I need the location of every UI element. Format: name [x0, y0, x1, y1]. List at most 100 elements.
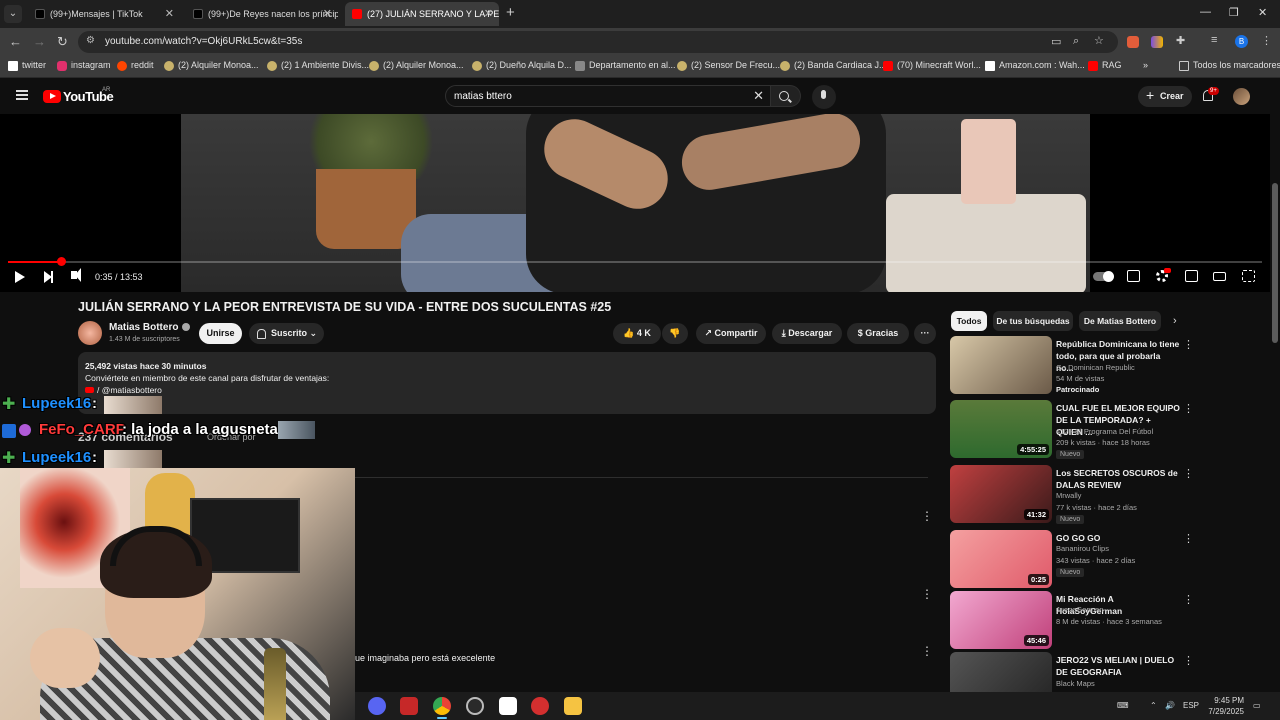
video-player[interactable]: 0:35 / 13:53 [0, 114, 1270, 292]
bookmark-item[interactable]: RAG [1088, 60, 1122, 71]
video-thumbnail[interactable] [950, 652, 1052, 692]
recommendation-item[interactable]: 4:55:25 CUAL FUE EL MEJOR EQUIPO DE LA T… [950, 400, 1194, 460]
address-bar[interactable]: ⚙ youtube.com/watch?v=Okj6URkL5cw&t=35s … [78, 31, 1118, 53]
tab-search-button[interactable]: ⌄ [4, 5, 22, 23]
fullscreen-icon[interactable] [1242, 270, 1255, 282]
close-tab-icon[interactable]: ✕ [323, 2, 332, 26]
comment-menu-icon[interactable]: ⋮ [921, 509, 933, 523]
chevron-right-icon[interactable]: › [1173, 315, 1177, 327]
recommendation-channel[interactable]: JuegaGerman [1056, 605, 1104, 614]
recommendation-channel[interactable]: 412 - El Programa Del Fútbol [1056, 427, 1153, 436]
recommendation-title[interactable]: Los SECRETOS OSCUROS de DALAS REVIEW [1056, 467, 1180, 491]
subtitles-icon[interactable] [1127, 270, 1140, 282]
bookmark-item[interactable]: (2) 1 Ambiente Divis... [267, 60, 369, 71]
chip-from-searches[interactable]: De tus búsquedas [993, 311, 1073, 331]
extensions-puzzle-icon[interactable]: ✚ [1176, 34, 1185, 47]
recommendation-title[interactable]: JERO22 VS MELIAN | DUELO DE GEOGRAFIA [1056, 654, 1180, 678]
notifications-icon[interactable]: ▭ [1253, 701, 1261, 710]
chrome-icon[interactable] [433, 697, 451, 715]
system-clock[interactable]: 9:45 PM 7/29/2025 [1202, 695, 1244, 717]
dislike-button[interactable]: 👎 [662, 323, 688, 344]
new-tab-button[interactable]: + [506, 4, 515, 21]
close-window-icon[interactable]: ✕ [1258, 6, 1267, 19]
account-avatar[interactable] [1233, 88, 1250, 105]
subscribed-button[interactable]: Suscrito ⌄ [249, 323, 324, 344]
join-button[interactable]: Unirse [199, 323, 242, 344]
bookmark-item[interactable]: twitter [8, 60, 46, 71]
voice-search-mic-icon[interactable] [812, 85, 836, 109]
close-tab-icon[interactable]: ✕ [484, 2, 493, 26]
recommendation-item[interactable]: 0:25 GO GO GO Bananirou Clips 343 vistas… [950, 530, 1194, 590]
recommendation-title[interactable]: GO GO GO [1056, 532, 1180, 544]
keyboard-icon[interactable]: ⌨ [1117, 701, 1129, 710]
video-thumbnail[interactable]: 45:46 [950, 591, 1052, 649]
create-button[interactable]: Crear [1138, 85, 1192, 107]
bookmark-item[interactable]: instagram [57, 60, 111, 71]
bookmark-item[interactable]: (2) Dueño Alquila D... [472, 60, 572, 71]
thanks-button[interactable]: $ Gracias [847, 323, 909, 344]
volume-tray-icon[interactable]: 🔊 [1165, 701, 1175, 710]
profile-avatar[interactable]: B [1235, 35, 1248, 48]
channel-name[interactable]: Matias Bottero [109, 322, 178, 333]
app-icon[interactable] [499, 697, 517, 715]
kebab-menu-icon[interactable]: ⋮ [1261, 34, 1272, 47]
comment-menu-icon[interactable]: ⋮ [921, 644, 933, 658]
file-explorer-icon[interactable] [564, 697, 582, 715]
recommendation-channel[interactable]: Bananirou Clips [1056, 544, 1109, 553]
bookmark-item[interactable]: (2) Sensor De Frecu... [677, 60, 780, 71]
download-button[interactable]: ⤓ Descargar [772, 323, 842, 344]
video-thumbnail[interactable]: 0:25 [950, 530, 1052, 588]
video-thumbnail[interactable] [950, 336, 1052, 394]
recommendation-menu-icon[interactable]: ⋮ [1183, 593, 1194, 606]
discord-icon[interactable] [368, 697, 386, 715]
chip-from-channel[interactable]: De Matias Bottero [1079, 311, 1161, 331]
share-button[interactable]: ↗ Compartir [696, 323, 766, 344]
bookmark-item[interactable]: (2) Alquiler Monoa... [164, 60, 259, 71]
search-button[interactable] [771, 85, 801, 107]
more-actions-button[interactable]: ··· [914, 323, 936, 344]
back-arrow-icon[interactable]: ← [9, 34, 22, 49]
recommendation-menu-icon[interactable]: ⋮ [1183, 402, 1194, 415]
recommendation-menu-icon[interactable]: ⋮ [1183, 532, 1194, 545]
recommendation-channel[interactable]: Mrwally [1056, 491, 1081, 500]
video-progress-bar[interactable] [8, 257, 1262, 266]
page-scrollbar[interactable] [1270, 79, 1280, 692]
video-thumbnail[interactable]: 41:32 [950, 465, 1052, 523]
opera-icon[interactable] [531, 697, 549, 715]
youtube-logo-icon[interactable] [43, 90, 61, 103]
recommendation-menu-icon[interactable]: ⋮ [1183, 654, 1190, 667]
bookmark-item[interactable]: (2) Alquiler Monoa... [369, 60, 464, 71]
bookmark-item[interactable]: Departamento en al... [575, 60, 676, 71]
site-info-icon[interactable]: ⚙ [86, 35, 95, 46]
description-box[interactable]: 25,492 vistas hace 30 minutos Conviértet… [78, 352, 936, 414]
autoplay-toggle[interactable] [1093, 271, 1114, 282]
channel-avatar[interactable] [78, 321, 102, 345]
hamburger-menu-icon[interactable] [16, 90, 28, 100]
cast-icon[interactable]: ▭ [1051, 35, 1061, 48]
next-video-icon[interactable] [44, 271, 53, 283]
bookmark-item[interactable]: (2) Banda Cardiaca J... [780, 60, 887, 71]
forward-arrow-icon[interactable]: → [33, 34, 46, 49]
bookmark-item[interactable]: (70) Minecraft Worl... [883, 60, 981, 71]
reload-icon[interactable]: ↻ [57, 34, 68, 50]
restore-icon[interactable]: ❐ [1229, 6, 1239, 19]
clear-search-icon[interactable]: ✕ [753, 88, 764, 104]
obs-icon[interactable] [466, 697, 484, 715]
search-input[interactable] [454, 89, 744, 104]
recommendation-item[interactable]: JERO22 VS MELIAN | DUELO DE GEOGRAFIA Bl… [950, 652, 1190, 692]
minimize-icon[interactable]: — [1200, 6, 1211, 18]
close-tab-icon[interactable]: ✕ [165, 2, 174, 26]
like-button[interactable]: 👍 4 K [613, 323, 661, 344]
extension-icon[interactable] [1151, 36, 1163, 48]
voicemeeter-icon[interactable] [400, 697, 418, 715]
progress-scrubber[interactable] [57, 257, 66, 266]
bookmarks-overflow-button[interactable]: » [1143, 60, 1148, 70]
theater-mode-icon[interactable] [1213, 272, 1226, 281]
bookmark-item[interactable]: Amazon.com : Wah... [985, 60, 1085, 71]
recommendation-item[interactable]: 41:32 Los SECRETOS OSCUROS de DALAS REVI… [950, 465, 1194, 525]
extension-icon[interactable] [1127, 36, 1139, 48]
reading-list-icon[interactable]: ≡ [1211, 34, 1217, 46]
recommendation-item[interactable]: 45:46 Mi Reacción A HolaSoyGerman JuegaG… [950, 591, 1194, 651]
play-icon[interactable] [15, 271, 25, 283]
video-thumbnail[interactable]: 4:55:25 [950, 400, 1052, 458]
